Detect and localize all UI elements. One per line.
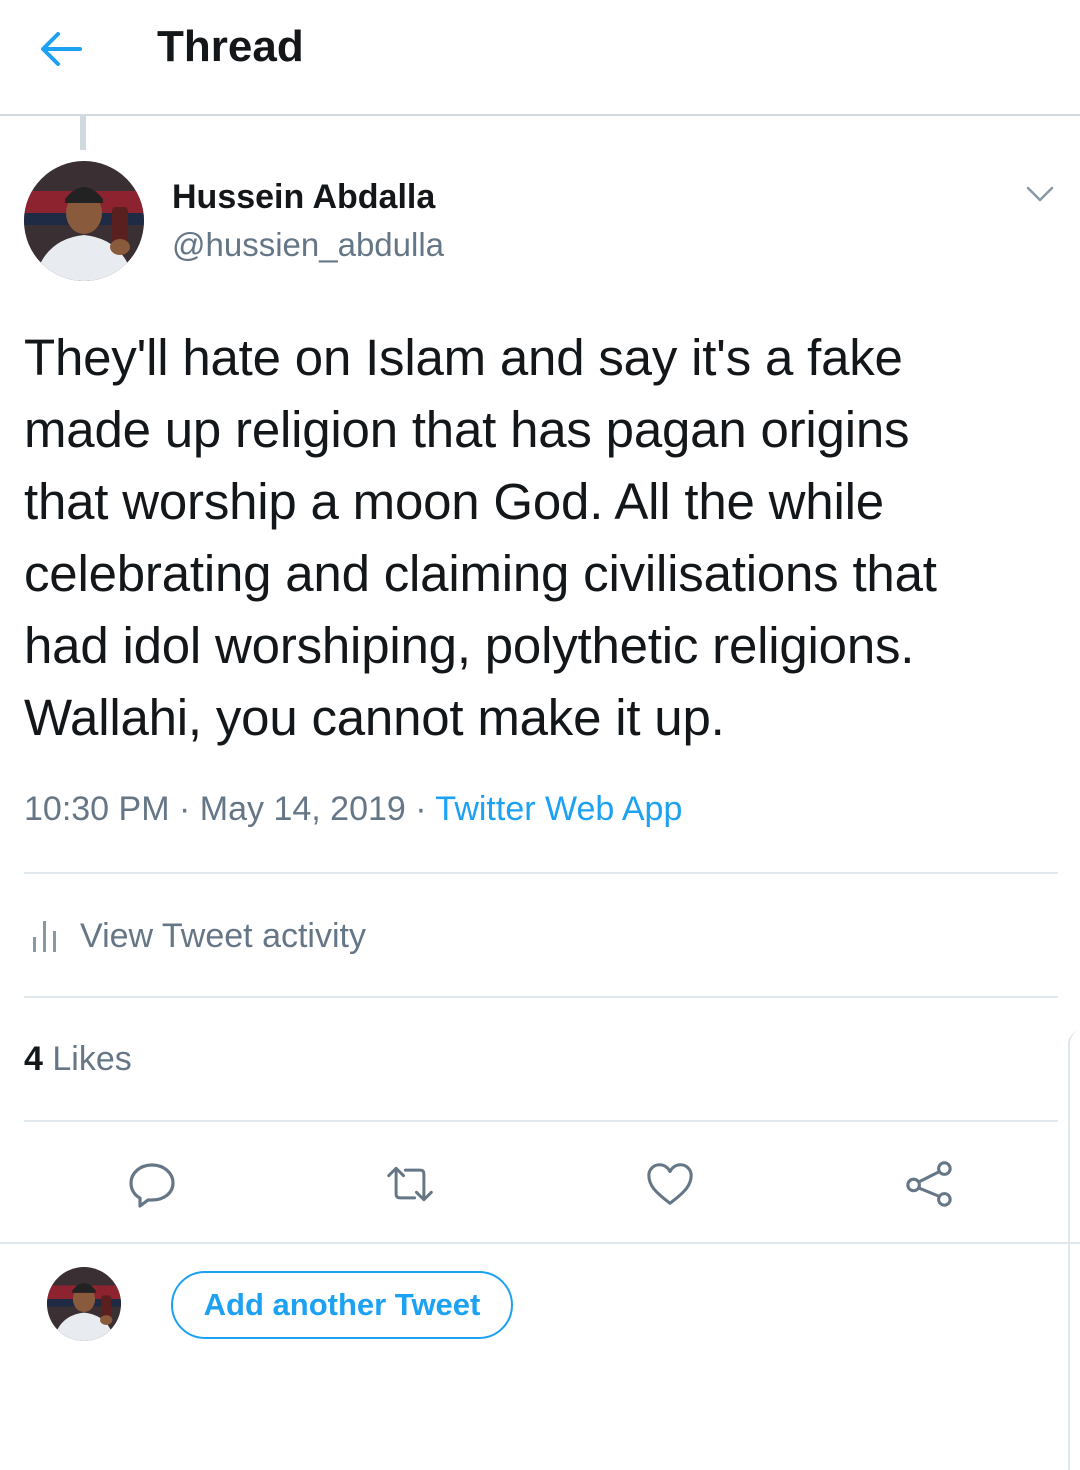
add-another-tweet-button[interactable]: Add another Tweet	[171, 1271, 513, 1339]
tweet-menu-button[interactable]	[1022, 176, 1058, 212]
tweet-date: May 14, 2019	[199, 790, 406, 828]
meta-separator: ·	[178, 790, 191, 828]
page-title: Thread	[157, 22, 304, 71]
view-tweet-activity[interactable]: View Tweet activity	[30, 912, 366, 960]
top-bar: Thread	[0, 0, 1080, 116]
retweet-button[interactable]	[385, 1158, 435, 1210]
likes-count[interactable]: 4 Likes	[24, 1040, 132, 1079]
reply-button[interactable]	[127, 1158, 177, 1210]
tweet-time: 10:30 PM	[24, 790, 170, 828]
tweet-text: They'll hate on Islam and say it's a fak…	[24, 329, 937, 746]
divider	[24, 996, 1058, 998]
bar-chart-icon	[33, 921, 56, 952]
scroll-edge	[1068, 1030, 1080, 1470]
author-handle[interactable]: @hussien_abdulla	[172, 226, 444, 264]
share-icon	[906, 1161, 952, 1207]
arrow-left-icon	[41, 32, 82, 66]
thread-connector-line	[80, 116, 86, 150]
divider	[24, 1120, 1058, 1122]
tweet-metadata: 10:30 PM · May 14, 2019 · Twitter Web Ap…	[24, 790, 682, 829]
view-tweet-activity-label: View Tweet activity	[80, 916, 366, 955]
divider	[24, 872, 1058, 874]
heart-icon	[647, 1163, 693, 1205]
like-button[interactable]	[645, 1158, 695, 1210]
tweet-source-link[interactable]: Twitter Web App	[435, 790, 682, 828]
likes-label: Likes	[52, 1040, 132, 1078]
retweet-icon	[387, 1166, 433, 1202]
chevron-down-icon	[1026, 186, 1054, 202]
divider	[0, 1242, 1080, 1244]
likes-number: 4	[24, 1040, 43, 1078]
back-button[interactable]	[36, 26, 86, 72]
share-button[interactable]	[904, 1158, 954, 1210]
user-avatar[interactable]	[47, 1267, 121, 1341]
reply-icon	[129, 1163, 175, 1208]
author-name[interactable]: Hussein Abdalla	[172, 178, 435, 217]
author-avatar[interactable]	[24, 161, 144, 281]
meta-separator: ·	[415, 790, 427, 828]
